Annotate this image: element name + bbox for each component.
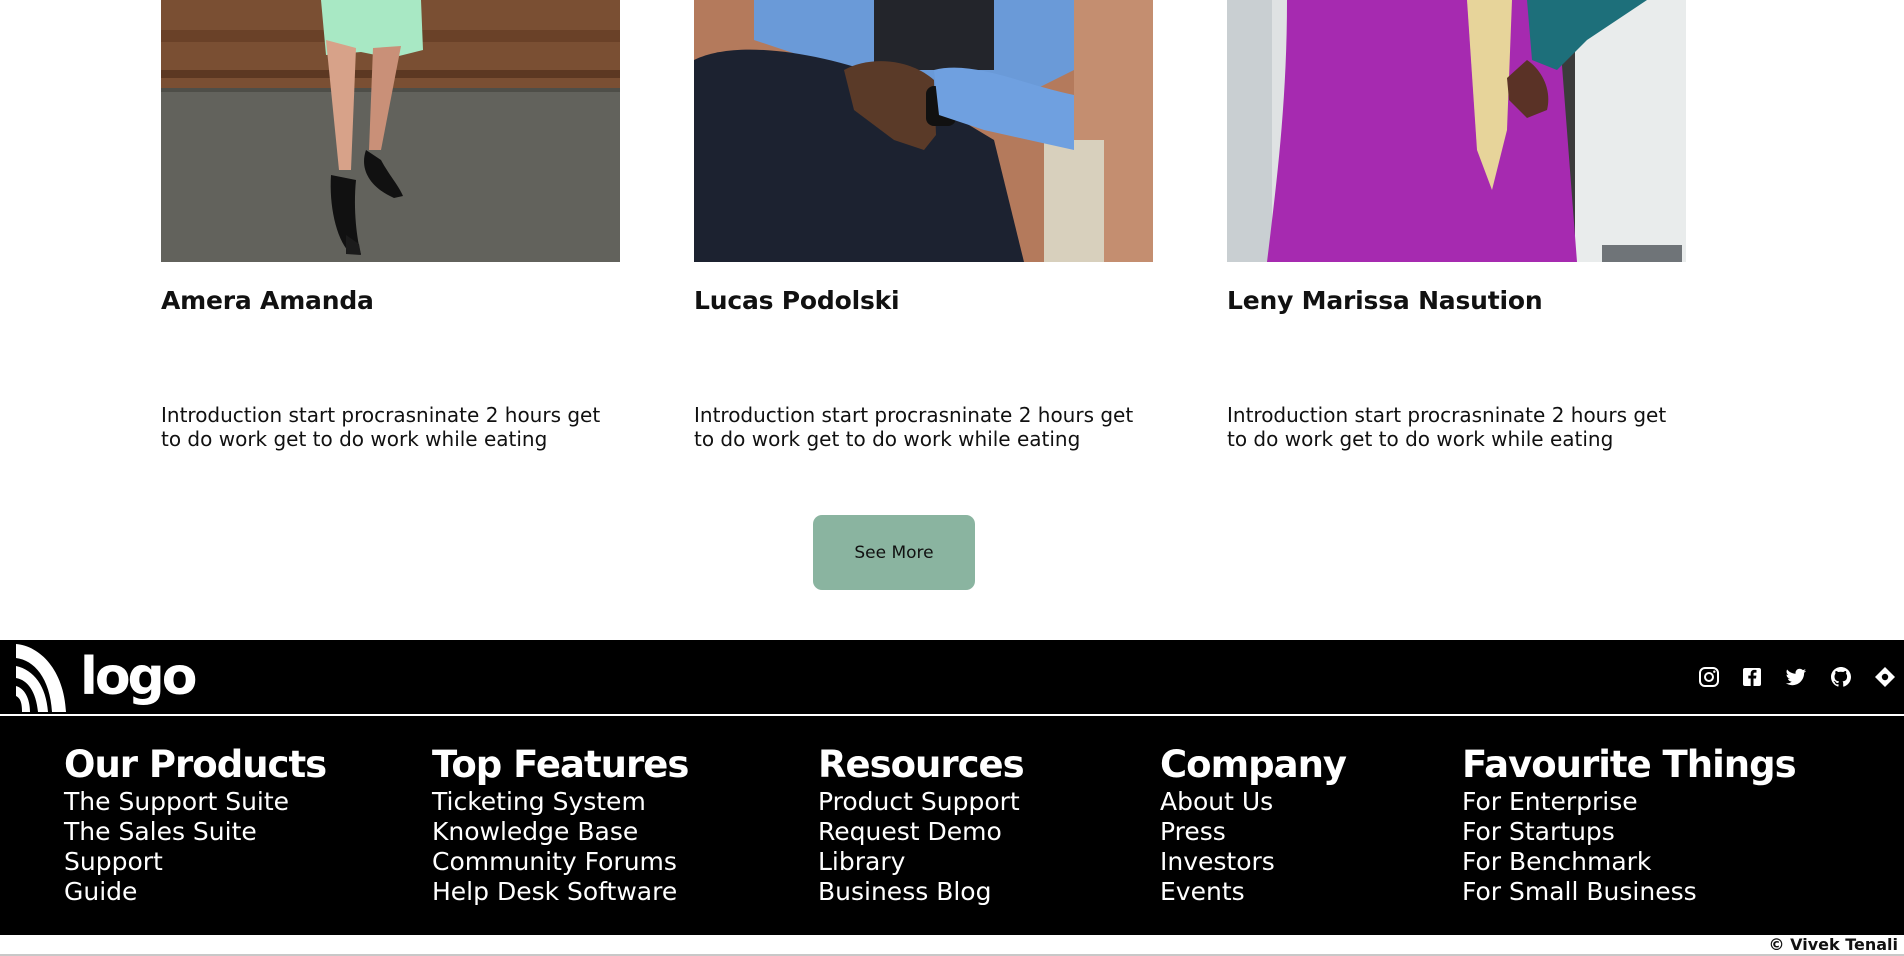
twitter-icon[interactable]: [1784, 665, 1808, 689]
footer-link[interactable]: For Startups: [1462, 817, 1615, 846]
footer-logo[interactable]: logo: [12, 640, 197, 714]
team-photo: [694, 0, 1153, 262]
footer-link[interactable]: Request Demo: [818, 817, 1002, 846]
footer-link[interactable]: The Sales Suite: [64, 817, 257, 846]
footer-link-list: Ticketing System Knowledge Base Communit…: [432, 787, 688, 907]
github-icon[interactable]: [1829, 665, 1853, 689]
footer-column-heading: Our Products: [64, 743, 327, 786]
footer-link-list: About Us Press Investors Events: [1160, 787, 1346, 907]
footer-links-area: Our Products The Support Suite The Sales…: [0, 716, 1904, 935]
footer-link[interactable]: For Small Business: [1462, 877, 1697, 906]
footer-column-resources: Resources Product Support Request Demo L…: [818, 743, 1025, 907]
copyright-text: © Vivek Tenali: [1768, 935, 1898, 954]
footer-link[interactable]: Support: [64, 847, 163, 876]
team-card-leny: Leny Marissa Nasution Introduction start…: [1227, 0, 1686, 451]
team-photo: [1227, 0, 1686, 262]
footer-column-heading: Company: [1160, 743, 1347, 786]
footer-column-company: Company About Us Press Investors Events: [1160, 743, 1347, 907]
team-member-bio: Introduction start procrasninate 2 hours…: [694, 403, 1134, 451]
team-member-name: Leny Marissa Nasution: [1227, 286, 1543, 315]
team-photo: [161, 0, 620, 262]
footer-column-top-features: Top Features Ticketing System Knowledge …: [432, 743, 689, 907]
team-section: Amera Amanda Introduction start procrasn…: [0, 0, 1904, 640]
team-member-bio: Introduction start procrasninate 2 hours…: [161, 403, 601, 451]
instagram-icon[interactable]: [1697, 665, 1721, 689]
footer-column-heading: Favourite Things: [1462, 743, 1797, 786]
footer-link[interactable]: Ticketing System: [432, 787, 646, 816]
footer-link[interactable]: The Support Suite: [64, 787, 289, 816]
footer-link[interactable]: Press: [1160, 817, 1226, 846]
footer-column-heading: Resources: [818, 743, 1025, 786]
team-card-amera: Amera Amanda Introduction start procrasn…: [161, 0, 620, 451]
footer-link[interactable]: Knowledge Base: [432, 817, 638, 846]
footer-column-heading: Top Features: [432, 743, 689, 786]
footer-link-list: The Support Suite The Sales Suite Suppor…: [64, 787, 326, 907]
team-member-name: Amera Amanda: [161, 286, 374, 315]
footer-link[interactable]: For Benchmark: [1462, 847, 1651, 876]
footer-link[interactable]: Business Blog: [818, 877, 991, 906]
footer-link[interactable]: For Enterprise: [1462, 787, 1638, 816]
team-member-name: Lucas Podolski: [694, 286, 900, 315]
footer-column-our-products: Our Products The Support Suite The Sales…: [64, 743, 327, 907]
team-card-lucas: Lucas Podolski Introduction start procra…: [694, 0, 1153, 451]
footer-link[interactable]: Events: [1160, 877, 1245, 906]
logo-icon: [16, 644, 66, 712]
footer-link-list: Product Support Request Demo Library Bus…: [818, 787, 1024, 907]
see-more-button[interactable]: See More: [813, 515, 975, 590]
footer-link[interactable]: Library: [818, 847, 905, 876]
diamond-icon[interactable]: [1873, 665, 1897, 689]
footer-column-favourite-things: Favourite Things For Enterprise For Star…: [1462, 743, 1797, 907]
footer-link-list: For Enterprise For Startups For Benchmar…: [1462, 787, 1796, 907]
footer-link[interactable]: Product Support: [818, 787, 1020, 816]
footer-link[interactable]: Community Forums: [432, 847, 677, 876]
footer-link[interactable]: Investors: [1160, 847, 1275, 876]
facebook-icon[interactable]: [1740, 665, 1764, 689]
footer-top-bar: logo: [0, 640, 1904, 714]
footer-link[interactable]: Guide: [64, 877, 137, 906]
team-member-bio: Introduction start procrasninate 2 hours…: [1227, 403, 1667, 451]
footer-link[interactable]: About Us: [1160, 787, 1273, 816]
logo-text: logo: [80, 647, 197, 707]
footer-link[interactable]: Help Desk Software: [432, 877, 677, 906]
